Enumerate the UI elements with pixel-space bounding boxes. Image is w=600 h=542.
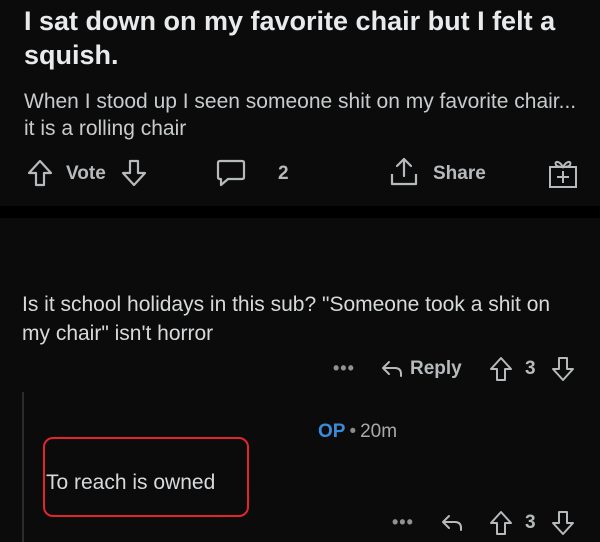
reply-downvote-icon[interactable] <box>551 510 575 536</box>
comment-action-bar: ••• Reply 3 <box>0 354 600 384</box>
award-icon[interactable] <box>546 156 580 190</box>
reply-button[interactable]: Reply <box>410 357 462 381</box>
vote-label: Vote <box>66 163 106 184</box>
post-title[interactable]: I sat down on my favorite chair but I fe… <box>24 4 584 72</box>
post-action-bar: Vote 2 Share <box>0 152 600 192</box>
comment-card: Is it school holidays in this sub? "Some… <box>0 218 600 542</box>
comment-score: 3 <box>525 358 536 379</box>
post-body: When I stood up I seen someone shit on m… <box>24 90 577 140</box>
post-card: I sat down on my favorite chair but I fe… <box>0 0 600 206</box>
upvote-icon[interactable] <box>26 158 54 188</box>
reply-action-bar: ••• 3 <box>0 508 600 538</box>
reply-upvote-icon[interactable] <box>489 510 513 536</box>
reply-arrow-icon[interactable] <box>440 512 464 534</box>
reply-timestamp: 20m <box>360 421 398 442</box>
reply-arrow-icon[interactable] <box>380 358 404 380</box>
comment-text: Is it school holidays in this sub? "Some… <box>22 293 551 345</box>
op-badge[interactable]: OP <box>318 421 345 442</box>
share-icon[interactable] <box>388 156 420 188</box>
reply-meta: OP • 20m <box>318 421 397 443</box>
card-separator <box>0 206 600 218</box>
comment-upvote-icon[interactable] <box>489 356 513 382</box>
meta-separator: • <box>349 421 357 442</box>
reply-score: 3 <box>525 512 536 533</box>
reply-more-options-icon[interactable]: ••• <box>392 512 414 533</box>
share-label[interactable]: Share <box>433 162 486 186</box>
downvote-icon[interactable] <box>120 158 148 188</box>
comment-count: 2 <box>278 163 289 184</box>
reply-text: To reach is owned <box>46 471 216 494</box>
comment-downvote-icon[interactable] <box>551 356 575 382</box>
more-options-icon[interactable]: ••• <box>333 358 355 379</box>
comment-icon[interactable] <box>215 158 247 188</box>
